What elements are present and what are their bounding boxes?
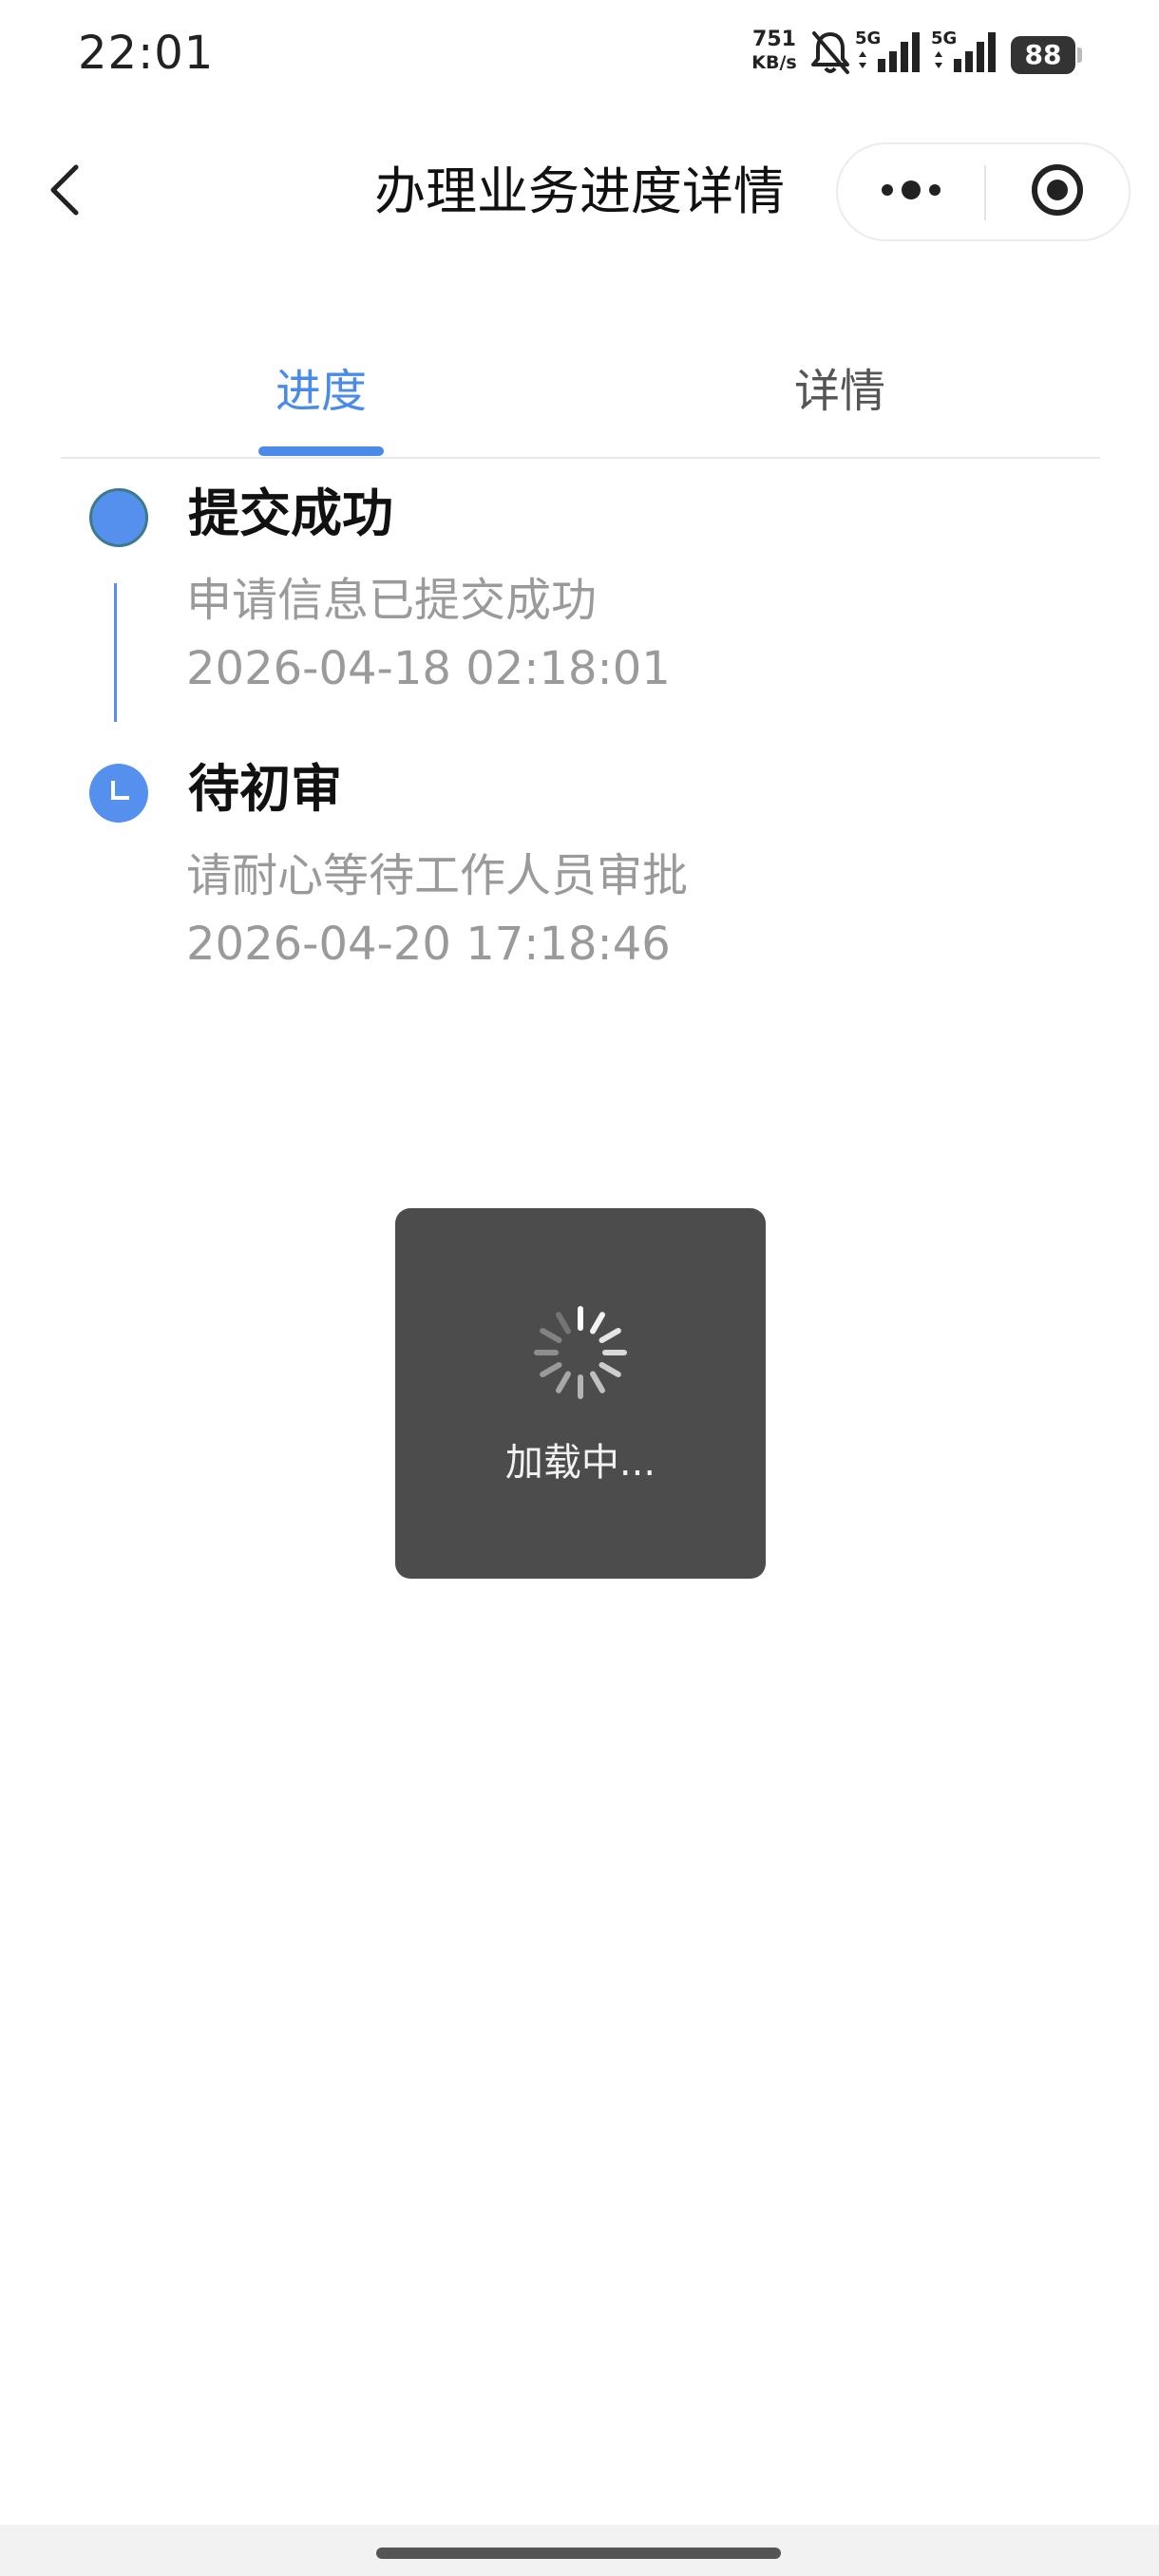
target-close-icon [1029,161,1086,222]
page-title: 办理业务进度详情 [374,161,785,221]
clock-icon [104,777,133,809]
back-button[interactable] [36,154,93,230]
bell-off-icon [809,28,851,80]
network-speed-value: 751 [752,28,796,51]
chevron-left-icon [46,161,84,222]
signal-5g-icon: 5G [855,28,925,80]
battery-indicator: 88 [1011,36,1075,74]
loading-toast: 加载中... [395,1208,766,1579]
timeline-dot-completed [89,488,148,547]
timeline-dot-pending [89,764,148,823]
battery-tip [1077,47,1082,63]
network-speed-unit: KB/s [751,52,797,73]
timeline-connector [114,583,117,722]
network-speed: 751 KB/s [745,28,804,74]
signal-5g-label: 5G [931,28,958,48]
timeline-step-time: 2026-04-18 02:18:01 [186,642,671,695]
more-dots-icon [878,179,944,205]
timeline-step-description: 申请信息已提交成功 [186,574,598,627]
tab-detail[interactable]: 详情 [697,353,982,429]
timeline-step-title: 待初审 [188,759,342,819]
tab-divider [61,457,1100,459]
loading-text: 加载中... [504,1441,656,1485]
spinner-icon [527,1299,634,1410]
signal-5g-label: 5G [855,28,882,48]
close-mini-program-button[interactable] [986,144,1129,239]
signal-5g-icon: 5G [931,28,1001,80]
status-bar: 22:01 751 KB/s 5G 5G 88 [0,0,1159,112]
home-indicator[interactable] [376,2548,781,2559]
timeline-step-time: 2026-04-20 17:18:46 [186,918,671,971]
status-time: 22:01 [78,27,215,80]
timeline-step-title: 提交成功 [188,483,393,543]
tab-progress[interactable]: 进度 [179,353,464,429]
timeline-step-description: 请耐心等待工作人员审批 [186,849,689,902]
more-button[interactable] [838,144,984,239]
active-tab-indicator [258,446,384,456]
mini-program-capsule [836,142,1130,241]
